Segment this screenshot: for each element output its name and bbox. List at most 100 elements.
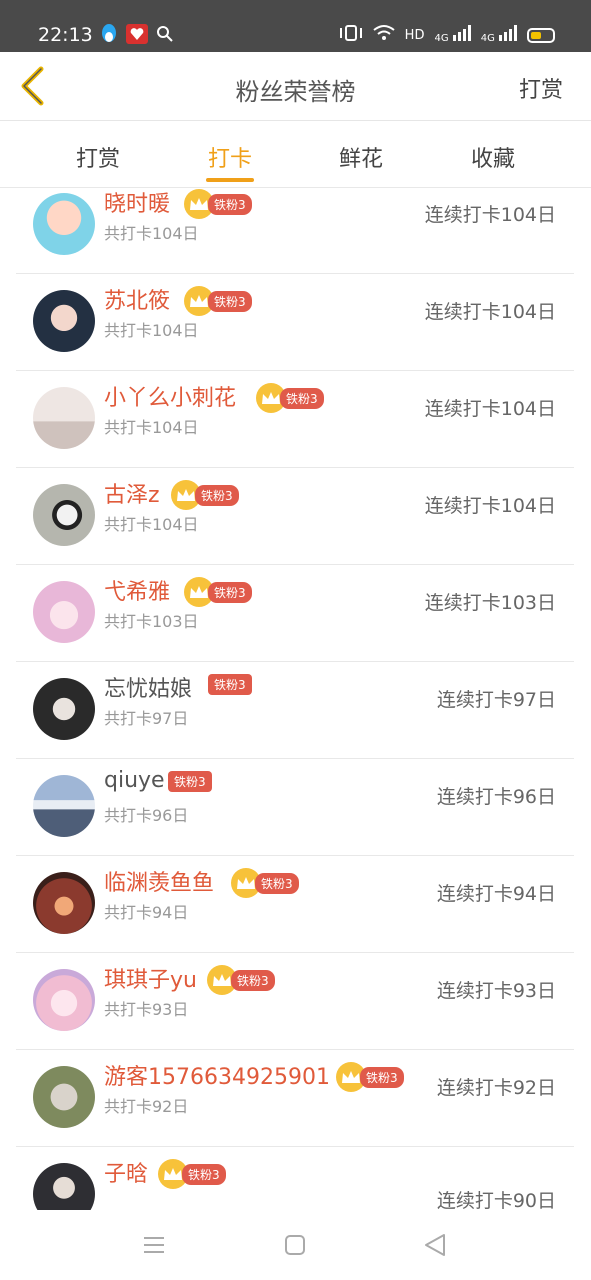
streak-checkin: 连续打卡90日 (436, 1190, 556, 1210)
avatar (33, 678, 95, 740)
fan-badge: 铁粉3 (171, 480, 239, 510)
active-tab-indicator (206, 178, 254, 182)
home-button[interactable] (278, 1228, 312, 1262)
list-item[interactable]: 临渊羡鱼鱼 铁粉3 共打卡94日 连续打卡94日 (16, 855, 574, 953)
battery-icon (527, 27, 555, 43)
system-nav-bar (0, 1210, 591, 1280)
status-right-icons: HD 4G 4G (339, 24, 555, 46)
fan-level-pill: 铁粉3 (208, 581, 252, 603)
tab-checkin[interactable]: 打卡 (195, 141, 265, 173)
streak-checkin: 连续打卡93日 (436, 980, 556, 1002)
list-item[interactable]: 弋希雅 铁粉3 共打卡103日 连续打卡103日 (16, 564, 574, 662)
nav-back-button[interactable] (418, 1228, 452, 1262)
list-item[interactable]: 忘忧姑娘 铁粉3 共打卡97日 连续打卡97日 (16, 661, 574, 759)
streak-checkin: 连续打卡96日 (436, 786, 556, 808)
user-name: 小丫么小刺花 (104, 386, 237, 411)
fan-badge: 铁粉3 (208, 674, 252, 695)
list-item[interactable]: 琪琪子yu 铁粉3 共打卡93日 连续打卡93日 (16, 952, 574, 1050)
avatar (33, 1163, 95, 1210)
fan-level-pill: 铁粉3 (182, 1163, 226, 1185)
user-name: 弋希雅 (104, 580, 171, 605)
page-title: 粉丝荣誉榜 (235, 78, 356, 106)
fan-level-pill: 铁粉3 (255, 872, 299, 894)
total-checkin: 共打卡104日 (104, 418, 199, 437)
avatar (33, 387, 95, 449)
hd-label: HD (404, 27, 425, 43)
fan-badge: 铁粉3 (184, 189, 252, 219)
tab-flowers[interactable]: 鲜花 (326, 141, 396, 173)
fan-level-pill: 铁粉3 (168, 771, 212, 792)
signal-icon-1: 4G (434, 25, 471, 45)
streak-checkin: 连续打卡94日 (436, 883, 556, 905)
fan-badge: 铁粉3 (168, 771, 212, 792)
total-checkin: 共打卡96日 (104, 806, 189, 825)
vibrate-icon (339, 24, 363, 46)
tab-bar: 打赏 打卡 鲜花 收藏 (0, 121, 591, 188)
user-name: 琪琪子yu (104, 968, 197, 993)
total-checkin: 共打卡93日 (104, 1000, 189, 1019)
list-item[interactable]: qiuye 铁粉3 共打卡96日 连续打卡96日 (16, 758, 574, 856)
avatar (33, 872, 95, 934)
user-name: 忘忧姑娘 (104, 677, 193, 702)
status-time: 22:13 (38, 24, 93, 46)
streak-checkin: 连续打卡104日 (424, 301, 556, 323)
total-checkin: 共打卡92日 (104, 1097, 189, 1116)
app-header: 粉丝荣誉榜 打赏 (0, 52, 591, 121)
list-item[interactable]: 苏北筱 铁粉3 共打卡104日 连续打卡104日 (16, 273, 574, 371)
total-checkin: 共打卡104日 (104, 321, 199, 340)
fan-level-pill: 铁粉3 (231, 969, 275, 991)
fan-level-pill: 铁粉3 (208, 290, 252, 312)
home-square-icon (278, 1235, 312, 1266)
menu-button[interactable] (137, 1228, 171, 1262)
avatar (33, 581, 95, 643)
reward-action-button[interactable]: 打赏 (519, 72, 563, 104)
user-name: 古泽z (104, 483, 160, 508)
fan-badge: 铁粉3 (158, 1159, 226, 1189)
fan-badge: 铁粉3 (256, 383, 324, 413)
fan-level-pill: 铁粉3 (280, 387, 324, 409)
fan-level-pill: 铁粉3 (208, 193, 252, 215)
streak-checkin: 连续打卡104日 (424, 398, 556, 420)
fan-badge: 铁粉3 (184, 577, 252, 607)
fan-level-pill: 铁粉3 (208, 674, 252, 695)
status-notification-icons (100, 24, 174, 48)
avatar (33, 290, 95, 352)
fan-level-pill: 铁粉3 (195, 484, 239, 506)
avatar (33, 775, 95, 837)
total-checkin: 共打卡103日 (104, 612, 199, 631)
list-item[interactable]: 小丫么小刺花 铁粉3 共打卡104日 连续打卡104日 (16, 370, 574, 468)
total-checkin: 共打卡104日 (104, 224, 199, 243)
tab-favorites[interactable]: 收藏 (458, 141, 528, 173)
avatar (33, 484, 95, 546)
ranking-list: 晓时暖 铁粉3 共打卡104日 连续打卡104日 苏北筱 铁粉3 共打卡104日… (0, 188, 591, 1210)
total-checkin: 共打卡94日 (104, 903, 189, 922)
user-name: qiuye (104, 768, 165, 793)
fan-badge: 铁粉3 (184, 286, 252, 316)
signal-icon-2: 4G (481, 25, 517, 45)
menu-icon (137, 1237, 171, 1266)
list-item[interactable]: 古泽z 铁粉3 共打卡104日 连续打卡104日 (16, 467, 574, 565)
user-name: 游客1576634925901 (104, 1065, 330, 1090)
list-item[interactable]: 晓时暖 铁粉3 共打卡104日 连续打卡104日 (16, 188, 574, 274)
fan-badge: 铁粉3 (207, 965, 275, 995)
user-name: 苏北筱 (104, 289, 171, 314)
list-item[interactable]: 子晗 铁粉3 连续打卡90日 (16, 1146, 574, 1210)
fan-badge: 铁粉3 (231, 868, 299, 898)
user-name: 临渊羡鱼鱼 (104, 871, 215, 896)
streak-checkin: 连续打卡97日 (436, 689, 556, 711)
user-name: 子晗 (104, 1162, 149, 1187)
status-bar: 22:13 HD 4G 4G (0, 0, 591, 52)
streak-checkin: 连续打卡92日 (436, 1077, 556, 1099)
avatar (33, 1066, 95, 1128)
penguin-icon (100, 24, 118, 48)
user-name: 晓时暖 (104, 192, 171, 217)
tab-reward[interactable]: 打赏 (63, 141, 133, 173)
list-item[interactable]: 游客1576634925901 铁粉3 共打卡92日 连续打卡92日 (16, 1049, 574, 1147)
total-checkin: 共打卡104日 (104, 515, 199, 534)
triangle-back-icon (418, 1234, 452, 1266)
wifi-icon (373, 24, 395, 46)
total-checkin: 共打卡97日 (104, 709, 189, 728)
search-icon (156, 25, 174, 47)
fan-level-pill: 铁粉3 (360, 1066, 404, 1088)
streak-checkin: 连续打卡104日 (424, 495, 556, 517)
